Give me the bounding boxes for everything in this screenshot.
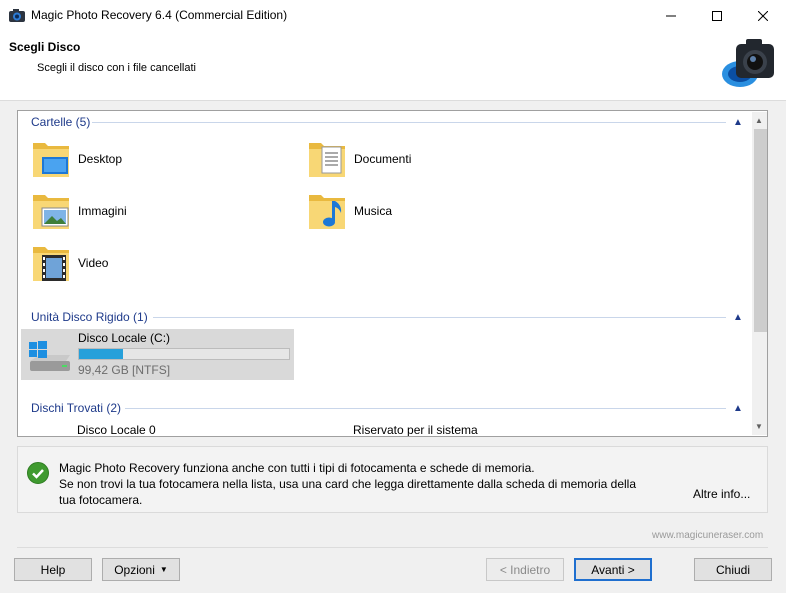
info-box: Magic Photo Recovery funziona anche con … bbox=[17, 446, 768, 513]
back-button[interactable]: < Indietro bbox=[486, 558, 564, 581]
minimize-icon[interactable] bbox=[648, 0, 694, 31]
back-button-label: < Indietro bbox=[499, 562, 551, 577]
options-button[interactable]: Opzioni ▼ bbox=[102, 558, 180, 581]
close-button-label: Chiudi bbox=[715, 562, 751, 577]
close-button[interactable]: Chiudi bbox=[694, 558, 772, 581]
website-watermark: www.magicuneraser.com bbox=[652, 530, 764, 541]
disk-item-c[interactable]: Disco Locale (C:) 99,42 GB [NTFS] bbox=[21, 329, 294, 380]
page-title: Scegli Disco bbox=[9, 40, 81, 54]
group-title-hard-disks: Unità Disco Rigido (1) bbox=[31, 310, 148, 324]
collapse-hard-disks-icon[interactable]: ▲ bbox=[733, 313, 743, 323]
close-icon[interactable] bbox=[740, 0, 786, 31]
collapse-folders-icon[interactable]: ▲ bbox=[733, 118, 743, 128]
app-camera-icon bbox=[8, 6, 26, 24]
folder-video[interactable]: Video bbox=[32, 241, 108, 285]
group-divider bbox=[125, 408, 726, 409]
help-button[interactable]: Help bbox=[14, 558, 92, 581]
wizard-header: Scegli Disco Scegli il disco con i file … bbox=[0, 31, 786, 101]
scroll-down-icon[interactable]: ▼ bbox=[755, 422, 763, 431]
group-divider bbox=[153, 317, 726, 318]
folder-video-icon bbox=[32, 243, 70, 283]
collapse-found-disks-icon[interactable]: ▲ bbox=[733, 404, 743, 414]
windows-drive-icon bbox=[26, 339, 74, 375]
scrollbar-thumb[interactable] bbox=[754, 129, 767, 332]
folder-desktop[interactable]: Desktop bbox=[32, 137, 122, 181]
disk-usage-fill bbox=[79, 349, 124, 359]
disk-size: 99,42 GB [NTFS] bbox=[78, 363, 171, 377]
disk-usage-bar bbox=[78, 348, 290, 360]
next-button[interactable]: Avanti > bbox=[574, 558, 652, 581]
group-divider bbox=[92, 122, 726, 123]
dropdown-arrow-icon: ▼ bbox=[159, 565, 168, 574]
folder-label: Immagini bbox=[78, 204, 127, 218]
folder-documents[interactable]: Documenti bbox=[308, 137, 411, 181]
folder-label: Desktop bbox=[78, 152, 123, 166]
folder-label: Video bbox=[78, 256, 109, 270]
folder-label: Documenti bbox=[354, 152, 412, 166]
disk-list-panel: Cartelle (5) ▲ Desktop Documenti Immagin… bbox=[17, 110, 768, 437]
found-disk-item[interactable]: Riservato per il sistema bbox=[353, 423, 478, 436]
folder-desktop-icon bbox=[32, 139, 70, 179]
group-title-folders: Cartelle (5) bbox=[31, 115, 91, 129]
footer-separator bbox=[17, 547, 768, 548]
maximize-icon[interactable] bbox=[694, 0, 740, 31]
folder-documents-icon bbox=[308, 139, 346, 179]
check-icon bbox=[27, 462, 49, 484]
camera-icon bbox=[718, 36, 778, 91]
info-text: Magic Photo Recovery funziona anche con … bbox=[59, 460, 659, 508]
window-title: Magic Photo Recovery 6.4 (Commercial Edi… bbox=[31, 8, 288, 22]
more-info-link[interactable]: Altre info... bbox=[693, 487, 750, 501]
vertical-scrollbar[interactable]: ▲ ▼ bbox=[752, 112, 767, 435]
title-bar: Magic Photo Recovery 6.4 (Commercial Edi… bbox=[0, 0, 786, 31]
help-button-label: Help bbox=[40, 562, 66, 577]
found-disk-item[interactable]: Disco Locale 0 bbox=[77, 423, 156, 436]
folder-music[interactable]: Musica bbox=[308, 189, 392, 233]
folder-label: Musica bbox=[354, 204, 393, 218]
info-line: tua fotocamera. bbox=[59, 493, 143, 507]
next-button-label: Avanti > bbox=[591, 562, 635, 577]
info-line: Magic Photo Recovery funziona anche con … bbox=[59, 461, 535, 475]
group-title-found-disks: Dischi Trovati (2) bbox=[31, 401, 122, 415]
disk-label: Disco Locale (C:) bbox=[78, 331, 171, 345]
options-button-label: Opzioni bbox=[114, 562, 155, 577]
page-subtitle: Scegli il disco con i file cancellati bbox=[37, 62, 196, 74]
folder-pictures[interactable]: Immagini bbox=[32, 189, 127, 233]
folder-music-icon bbox=[308, 191, 346, 231]
scroll-up-icon[interactable]: ▲ bbox=[755, 116, 763, 125]
folder-pictures-icon bbox=[32, 191, 70, 231]
info-line: Se non trovi la tua fotocamera nella lis… bbox=[59, 477, 637, 491]
